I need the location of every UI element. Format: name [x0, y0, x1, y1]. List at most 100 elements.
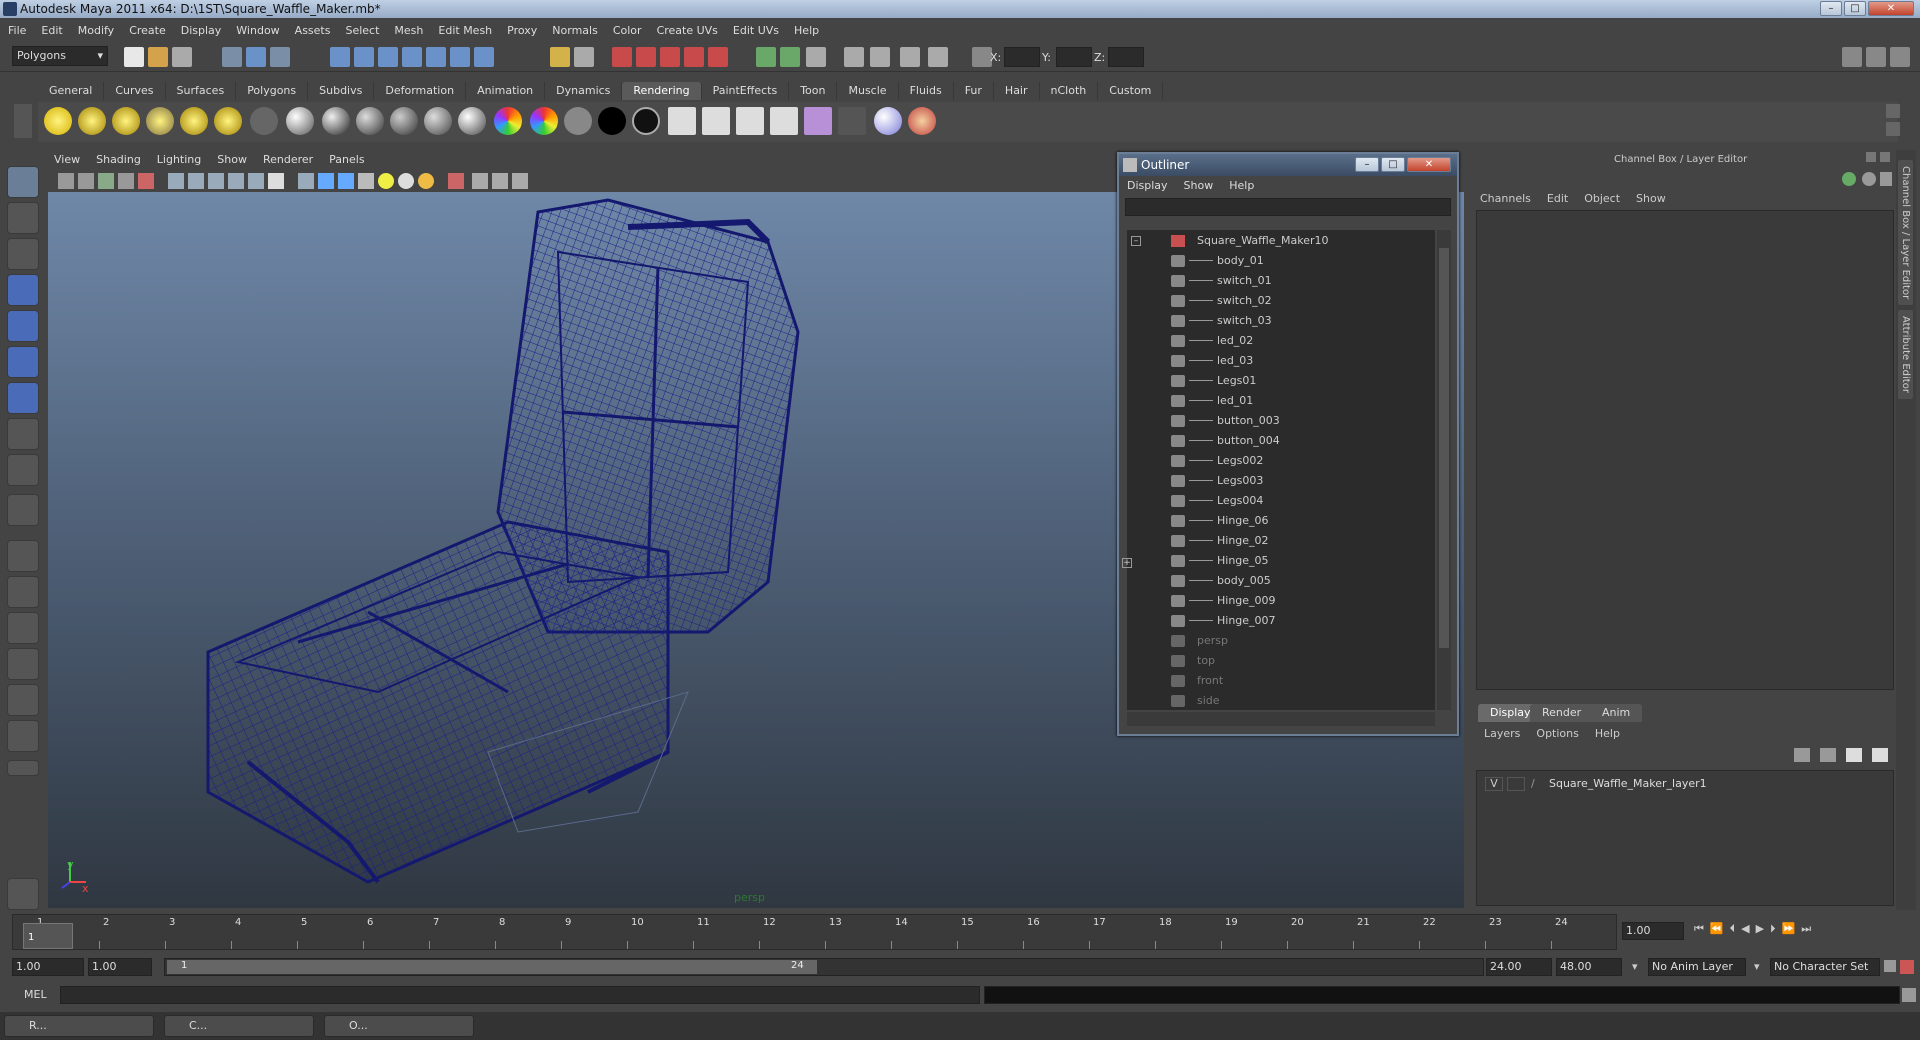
maximize-button[interactable]: □ [1844, 1, 1866, 16]
render-current-icon[interactable] [612, 47, 632, 67]
menu-window[interactable]: Window [236, 24, 279, 37]
resolution-gate-icon[interactable] [188, 173, 204, 189]
tree-row-legs002[interactable]: Legs002 [1127, 452, 1427, 470]
float-panel-icon[interactable] [1866, 152, 1876, 162]
tree-row-hinge_05[interactable]: Hinge_05 [1127, 552, 1427, 570]
tab-surfaces[interactable]: Surfaces [166, 82, 237, 100]
minimized-window-render[interactable]: R... [4, 1015, 154, 1037]
step-forward-frame-icon[interactable]: ⏵ [1770, 922, 1776, 936]
menu-set-dropdown[interactable]: Polygons ▾ [12, 46, 108, 66]
playback-end-field[interactable]: 24.00 [1486, 958, 1552, 976]
blinn-material-icon[interactable] [322, 107, 350, 135]
more-layouts-icon[interactable] [7, 760, 39, 776]
go-to-start-icon[interactable]: ⏮ [1694, 922, 1704, 936]
image-plane-icon[interactable] [118, 173, 134, 189]
xray-components-icon[interactable] [512, 173, 528, 189]
select-tool-icon[interactable] [7, 166, 39, 198]
outliner-close-button[interactable]: ✕ [1407, 157, 1451, 172]
channels-menu-show[interactable]: Show [1636, 192, 1666, 205]
tree-row-switch_01[interactable]: switch_01 [1127, 272, 1427, 290]
toggle-panel-icon[interactable] [756, 47, 776, 67]
xray-joints-icon[interactable] [492, 173, 508, 189]
tab-painteffects[interactable]: PaintEffects [702, 82, 790, 100]
attribute-icon[interactable] [806, 47, 826, 67]
select-object-icon[interactable] [246, 47, 266, 67]
minimized-window-channel[interactable]: C... [164, 1015, 314, 1037]
move-layer-down-icon[interactable] [1820, 748, 1836, 762]
scale-tool-icon[interactable] [7, 346, 39, 378]
render-globals-icon[interactable] [838, 107, 866, 135]
help-icon[interactable] [474, 47, 494, 67]
phonge-material-icon[interactable] [424, 107, 452, 135]
safe-title-icon[interactable] [268, 173, 284, 189]
menu-edit-mesh[interactable]: Edit Mesh [438, 24, 492, 37]
layer-editor-icon[interactable] [900, 47, 920, 67]
tab-polygons[interactable]: Polygons [236, 82, 309, 100]
isolate-select-icon[interactable] [448, 173, 464, 189]
tab-hair[interactable]: Hair [994, 82, 1040, 100]
shading-map-icon[interactable] [458, 107, 486, 135]
open-scene-icon[interactable] [148, 47, 168, 67]
viewport-menu-renderer[interactable]: Renderer [263, 153, 313, 166]
layer-menu-help[interactable]: Help [1595, 727, 1620, 740]
show-manipulator-icon[interactable] [7, 454, 39, 486]
tab-custom[interactable]: Custom [1098, 82, 1164, 100]
end-time-field[interactable]: 48.00 [1556, 958, 1622, 976]
mental-ray-icon[interactable] [874, 107, 902, 135]
tree-row-hinge_02[interactable]: Hinge_02 [1127, 532, 1427, 550]
snap-live-icon[interactable] [426, 47, 446, 67]
anisotropic-material-icon[interactable] [286, 107, 314, 135]
minimize-button[interactable]: – [1820, 1, 1842, 16]
side-tab-attribute-editor[interactable]: Attribute Editor [1898, 310, 1913, 399]
tree-row-switch_03[interactable]: switch_03 [1127, 312, 1427, 330]
tab-fluids[interactable]: Fluids [899, 82, 954, 100]
persp-trax-layout-icon[interactable] [7, 720, 39, 752]
wireframe-on-shaded-icon[interactable] [338, 173, 354, 189]
minimized-window-outliner[interactable]: O... [324, 1015, 474, 1037]
viewport-menu-lighting[interactable]: Lighting [157, 153, 201, 166]
layer-menu-layers[interactable]: Layers [1484, 727, 1520, 740]
expand-icon[interactable]: + [1122, 558, 1132, 568]
z-input[interactable] [1108, 47, 1144, 67]
point-light-icon[interactable] [112, 107, 140, 135]
tree-row-switch_02[interactable]: switch_02 [1127, 292, 1427, 310]
play-backward-icon[interactable]: ◀ [1741, 922, 1749, 936]
textured-icon[interactable] [358, 173, 374, 189]
bookmark-icon[interactable] [98, 173, 114, 189]
tree-row-led_01[interactable]: led_01 [1127, 392, 1427, 410]
outliner-menu-display[interactable]: Display [1127, 179, 1168, 192]
shelf-scroll-down-icon[interactable] [1886, 122, 1900, 136]
paint-brush-icon[interactable] [908, 107, 936, 135]
directional-light-icon[interactable] [78, 107, 106, 135]
viewport-menu-show[interactable]: Show [217, 153, 247, 166]
use-default-light-icon[interactable] [378, 173, 394, 189]
x-input[interactable] [1004, 47, 1040, 67]
show-channel-box-icon[interactable] [1890, 47, 1910, 67]
tree-row-hinge_007[interactable]: Hinge_007 [1127, 612, 1427, 630]
outliner-icon[interactable] [928, 47, 948, 67]
input-ops-icon[interactable] [574, 47, 594, 67]
menu-create-uvs[interactable]: Create UVs [657, 24, 718, 37]
tree-row-camera-top[interactable]: top [1127, 652, 1427, 670]
menu-normals[interactable]: Normals [552, 24, 598, 37]
step-back-key-icon[interactable]: ⏪ [1710, 922, 1724, 936]
single-perspective-layout-icon[interactable] [7, 540, 39, 572]
snap-grid-icon[interactable] [330, 47, 350, 67]
anim-layer-chevron-icon[interactable]: ▾ [1632, 960, 1638, 973]
channels-menu-object[interactable]: Object [1584, 192, 1620, 205]
lasso-tool-icon[interactable] [7, 202, 39, 234]
hypershade-shelf-icon[interactable] [804, 107, 832, 135]
command-input[interactable] [60, 986, 980, 1004]
tab-rendering[interactable]: Rendering [622, 82, 702, 100]
use-all-lights-icon[interactable] [398, 173, 414, 189]
tree-row-camera-side[interactable]: side [1127, 692, 1427, 710]
surface-shader-icon[interactable] [564, 107, 592, 135]
start-time-field[interactable]: 1.00 [12, 958, 84, 976]
gate-mask-icon[interactable] [208, 173, 224, 189]
char-set-chevron-icon[interactable]: ▾ [1754, 960, 1760, 973]
menu-display[interactable]: Display [181, 24, 222, 37]
tab-general[interactable]: General [38, 82, 105, 100]
tree-row-body_01[interactable]: body_01 [1127, 252, 1427, 270]
tree-row-legs003[interactable]: Legs003 [1127, 472, 1427, 490]
batch-render-icon[interactable] [770, 107, 798, 135]
